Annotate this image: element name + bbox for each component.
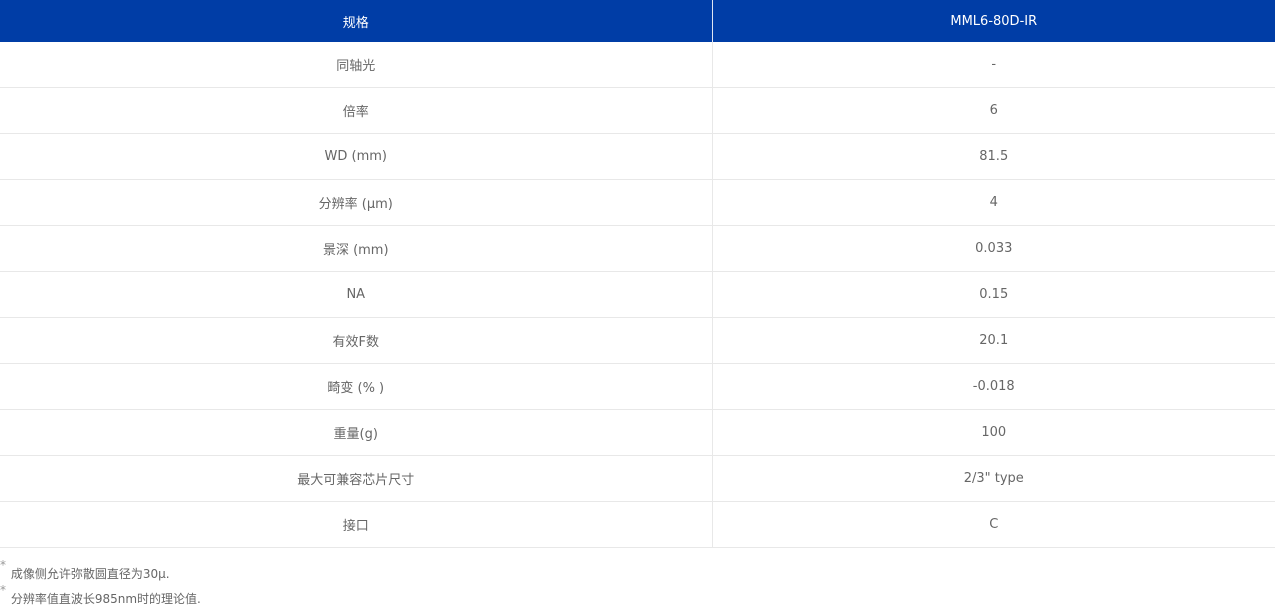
row-value: 0.033 xyxy=(712,225,1275,272)
table-row: 景深 (mm) 0.033 xyxy=(0,225,1275,272)
footnote-mark: * xyxy=(0,558,6,572)
footnote: * 分辨率值直波长985nm时的理论值. xyxy=(0,578,1275,606)
row-value: - xyxy=(712,42,1275,88)
row-value: 4 xyxy=(712,179,1275,226)
row-label: 接口 xyxy=(0,501,713,548)
table-row: 重量(g) 100 xyxy=(0,409,1275,456)
row-value: 100 xyxy=(712,409,1275,456)
row-label: 畸变 (% ) xyxy=(0,363,713,410)
row-value: 0.15 xyxy=(712,271,1275,318)
row-value: C xyxy=(712,501,1275,548)
spec-table: 规格 MML6-80D-IR 同轴光 - 倍率 6 WD (mm) 81.5 分… xyxy=(0,0,1275,548)
table-row: 最大可兼容芯片尺寸 2/3" type xyxy=(0,455,1275,502)
row-label: WD (mm) xyxy=(0,133,713,180)
row-label: NA xyxy=(0,271,713,318)
row-label: 同轴光 xyxy=(0,42,713,88)
table-row: 畸变 (% ) -0.018 xyxy=(0,363,1275,410)
footnote: * 成像侧允许弥散圆直径为30μ. xyxy=(0,553,1275,581)
table-row: 接口 C xyxy=(0,501,1275,548)
table-row: 倍率 6 xyxy=(0,87,1275,134)
row-value: -0.018 xyxy=(712,363,1275,410)
row-value: 81.5 xyxy=(712,133,1275,180)
table-row: 有效F数 20.1 xyxy=(0,317,1275,364)
table-row: WD (mm) 81.5 xyxy=(0,133,1275,180)
footnote-mark: * xyxy=(0,583,6,597)
row-label: 有效F数 xyxy=(0,317,713,364)
row-label: 最大可兼容芯片尺寸 xyxy=(0,455,713,502)
footnotes: * 成像侧允许弥散圆直径为30μ. * 分辨率值直波长985nm时的理论值. xyxy=(0,553,1275,606)
row-value: 20.1 xyxy=(712,317,1275,364)
header-model: MML6-80D-IR xyxy=(712,0,1275,42)
row-label: 景深 (mm) xyxy=(0,225,713,272)
table-row: 分辨率 (μm) 4 xyxy=(0,179,1275,226)
header-spec-label: 规格 xyxy=(0,0,713,42)
row-value: 2/3" type xyxy=(712,455,1275,502)
table-row: 同轴光 - xyxy=(0,42,1275,88)
row-label: 倍率 xyxy=(0,87,713,134)
footnote-text: 分辨率值直波长985nm时的理论值. xyxy=(10,592,201,606)
row-value: 6 xyxy=(712,87,1275,134)
table-header-row: 规格 MML6-80D-IR xyxy=(0,0,1275,42)
row-label: 重量(g) xyxy=(0,409,713,456)
row-label: 分辨率 (μm) xyxy=(0,179,713,226)
table-row: NA 0.15 xyxy=(0,271,1275,318)
